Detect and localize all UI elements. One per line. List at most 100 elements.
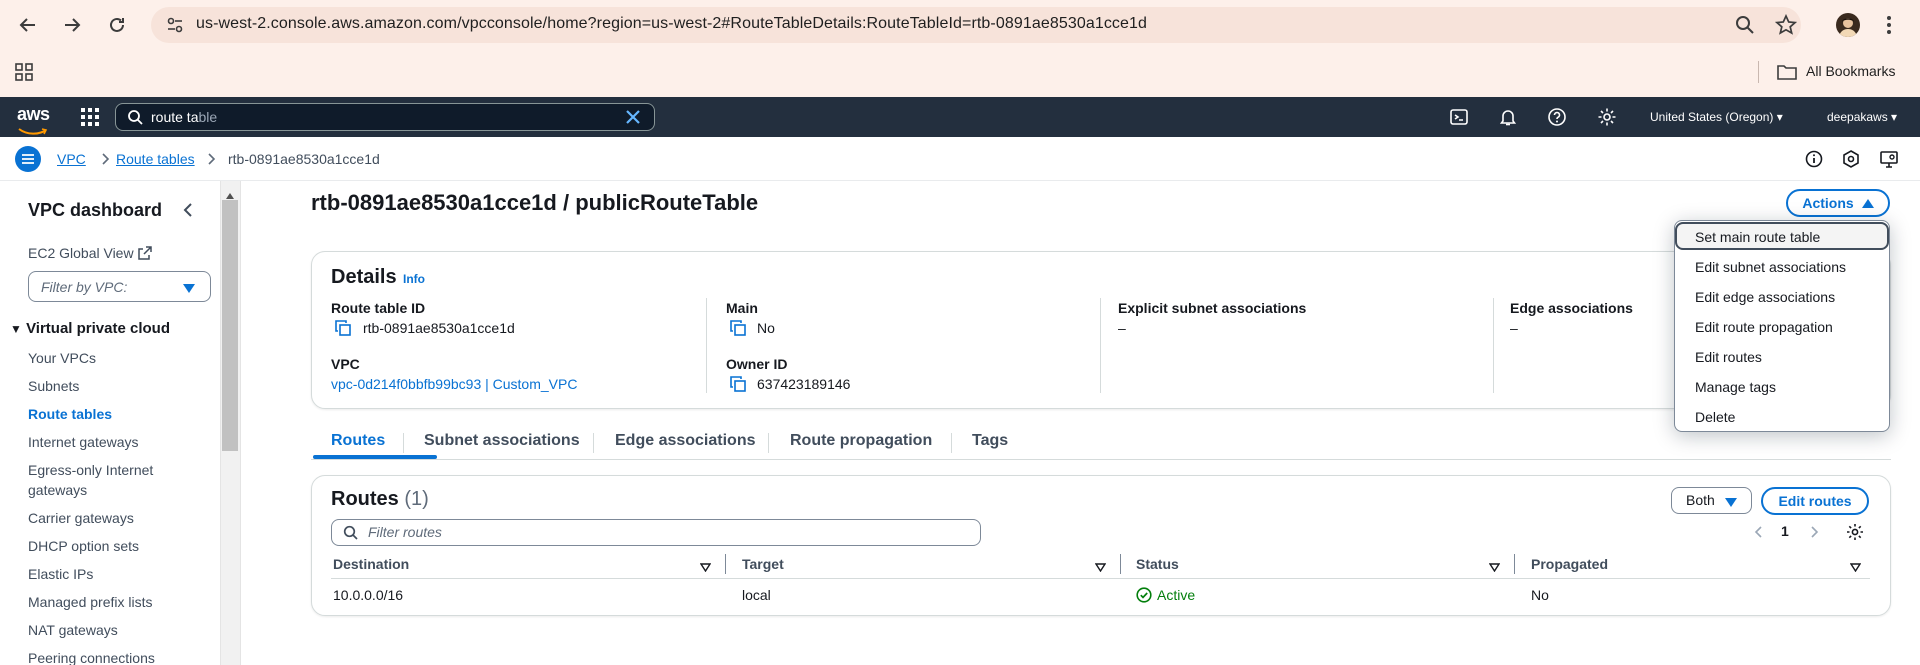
menu-item-set-main-route-table[interactable]: Set main route table (1695, 229, 1820, 245)
chevron-right-icon (207, 152, 217, 166)
url-text[interactable]: us-west-2.console.aws.amazon.com/vpccons… (196, 15, 1147, 33)
menu-item-edit-route-propagation[interactable]: Edit route propagation (1695, 319, 1833, 335)
cell-status: Active (1157, 587, 1196, 603)
column-header-destination[interactable]: Destination (333, 556, 409, 572)
vpc-label: VPC (331, 356, 360, 372)
sidebar-item-subnets[interactable]: Subnets (28, 378, 79, 394)
column-header-target[interactable]: Target (742, 556, 784, 572)
column-divider (1493, 298, 1494, 393)
profile-avatar[interactable] (1836, 13, 1860, 37)
sidebar-item-carrier-gateways[interactable]: Carrier gateways (28, 510, 134, 526)
breadcrumb-current: rtb-0891ae8530a1cce1d (228, 151, 380, 167)
route-view-value: Both (1686, 492, 1715, 508)
aws-logo[interactable]: aws (17, 104, 50, 125)
vpc-link[interactable]: vpc-0d214f0bbfb99bc93 | Custom_VPC (331, 376, 577, 392)
column-resizer[interactable] (1514, 554, 1515, 574)
help-icon[interactable] (1547, 107, 1567, 127)
account-menu[interactable]: deepakaws ▾ (1827, 110, 1897, 124)
sidebar-item-internet-gateways[interactable]: Internet gateways (28, 434, 139, 450)
copy-icon[interactable] (730, 320, 746, 336)
breadcrumb-route-tables[interactable]: Route tables (116, 151, 195, 167)
scrollbar-thumb[interactable] (222, 200, 238, 451)
sidebar-item-peering[interactable]: Peering connections (28, 650, 155, 665)
tab-route-propagation[interactable]: Route propagation (790, 432, 932, 450)
menu-item-manage-tags[interactable]: Manage tags (1695, 379, 1776, 395)
caret-up-icon (1861, 195, 1874, 211)
bookmark-star-icon[interactable] (1774, 13, 1798, 36)
table-settings-icon[interactable] (1846, 523, 1864, 541)
page-number[interactable]: 1 (1781, 523, 1789, 539)
settings-icon[interactable] (1597, 107, 1617, 127)
sidebar-section-vpc[interactable]: ▼ Virtual private cloud (10, 320, 170, 337)
explicit-subnet-value: – (1118, 320, 1126, 336)
tab-subnet-associations[interactable]: Subnet associations (424, 432, 580, 450)
tab-tags[interactable]: Tags (972, 432, 1008, 450)
services-menu-icon[interactable] (80, 107, 100, 127)
sidebar-title[interactable]: VPC dashboard (28, 200, 162, 221)
next-page-icon[interactable] (1810, 525, 1820, 539)
actions-label: Actions (1802, 195, 1854, 211)
menu-icon[interactable] (15, 146, 41, 172)
sidebar-item-dhcp[interactable]: DHCP option sets (28, 538, 139, 554)
site-info-icon[interactable] (165, 15, 185, 35)
collapse-sidebar-icon[interactable] (180, 201, 198, 219)
forward-icon[interactable] (60, 13, 84, 37)
column-resizer[interactable] (725, 554, 726, 574)
hexagon-settings-icon[interactable] (1841, 149, 1861, 169)
breadcrumb-vpc[interactable]: VPC (57, 151, 86, 167)
cell-target: local (742, 587, 771, 603)
menu-item-edit-edge-associations[interactable]: Edit edge associations (1695, 289, 1835, 305)
back-icon[interactable] (16, 13, 40, 37)
tab-edge-associations[interactable]: Edge associations (615, 432, 756, 450)
sidebar-item-egress-only-cont[interactable]: gateways (28, 482, 87, 498)
apps-icon[interactable] (14, 62, 34, 82)
scroll-up-icon[interactable] (226, 186, 234, 199)
sort-caret-icon[interactable] (1849, 559, 1862, 573)
browser-menu-icon[interactable] (1882, 13, 1896, 37)
sidebar-item-route-tables[interactable]: Route tables (28, 406, 112, 422)
menu-item-edit-subnet-associations[interactable]: Edit subnet associations (1695, 259, 1846, 275)
sort-caret-icon[interactable] (1488, 559, 1501, 573)
region-selector[interactable]: United States (Oregon) ▾ (1650, 110, 1783, 124)
account-label: deepakaws (1827, 110, 1888, 124)
sidebar-item-ec2-global-view[interactable]: EC2 Global View (28, 245, 152, 261)
zoom-icon[interactable] (1734, 14, 1756, 36)
clear-search-icon[interactable] (624, 108, 642, 126)
page-title: rtb-0891ae8530a1cce1d / publicRouteTable (311, 190, 759, 215)
sidebar-item-prefix-lists[interactable]: Managed prefix lists (28, 594, 153, 610)
search-typed-text: route ta (151, 109, 199, 125)
sort-caret-icon[interactable] (1094, 559, 1107, 573)
copy-icon[interactable] (335, 320, 351, 336)
route-table-id-label: Route table ID (331, 300, 426, 316)
menu-item-edit-routes[interactable]: Edit routes (1695, 349, 1762, 365)
column-divider (706, 298, 707, 393)
all-bookmarks-link[interactable]: All Bookmarks (1806, 63, 1895, 79)
notifications-icon[interactable] (1498, 107, 1518, 127)
edit-routes-button[interactable]: Edit routes (1761, 487, 1869, 515)
reload-icon[interactable] (105, 13, 129, 37)
column-header-status[interactable]: Status (1136, 556, 1179, 572)
sidebar-item-egress-only[interactable]: Egress-only Internet (28, 462, 153, 478)
tab-routes[interactable]: Routes (331, 432, 385, 450)
tab-divider (951, 433, 952, 453)
menu-item-delete[interactable]: Delete (1695, 409, 1735, 425)
actions-button[interactable]: Actions (1786, 189, 1890, 217)
display-settings-icon[interactable] (1879, 149, 1899, 169)
vpc-filter-placeholder: Filter by VPC: (41, 279, 128, 295)
column-header-propagated[interactable]: Propagated (1531, 556, 1608, 572)
previous-page-icon[interactable] (1753, 525, 1763, 539)
copy-icon[interactable] (730, 376, 746, 392)
info-link[interactable]: Info (403, 272, 425, 286)
search-suggest-text: ble (198, 109, 218, 125)
column-resizer[interactable] (1120, 554, 1121, 574)
cloudshell-icon[interactable] (1449, 107, 1469, 127)
aws-search-value[interactable]: route table (151, 109, 217, 125)
sidebar-item-nat-gateways[interactable]: NAT gateways (28, 622, 118, 638)
sidebar-item-your-vpcs[interactable]: Your VPCs (28, 350, 96, 366)
sidebar-section-label: Virtual private cloud (26, 320, 170, 337)
folder-icon[interactable] (1776, 62, 1798, 82)
info-icon[interactable] (1804, 149, 1824, 169)
sidebar-item-elastic-ips[interactable]: Elastic IPs (28, 566, 93, 582)
routes-title-text: Routes (331, 488, 399, 510)
sort-caret-icon[interactable] (699, 559, 712, 573)
